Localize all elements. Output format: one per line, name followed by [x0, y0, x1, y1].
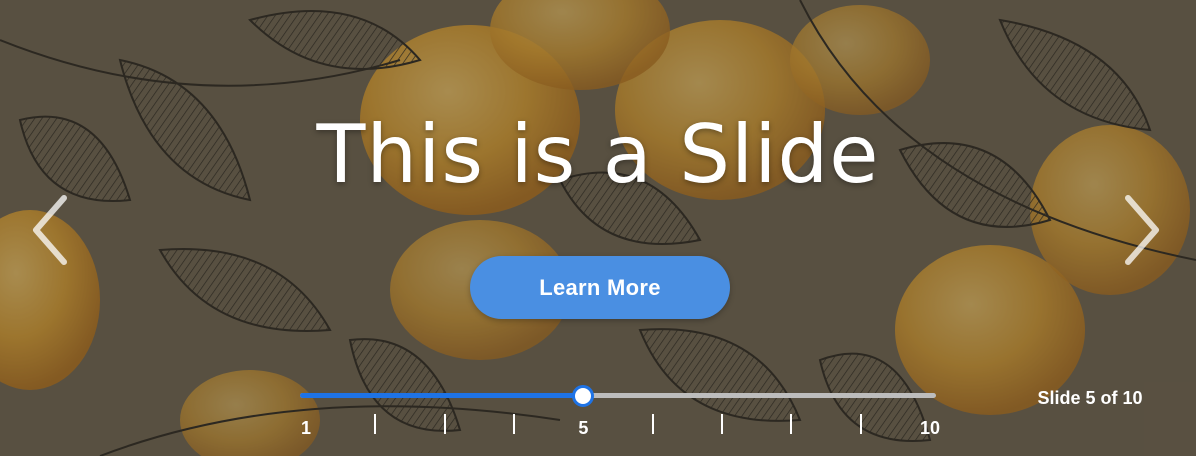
hero-slider: This is a Slide Learn More 1 5 10 Slide 5 … — [0, 0, 1196, 456]
slide-counter: Slide 5 of 10 — [1037, 388, 1143, 408]
slider-tick-label: 5 — [578, 418, 589, 438]
slider-tick — [790, 414, 793, 434]
slider-tick — [721, 414, 723, 434]
slider-tick-label: 1 — [300, 418, 311, 438]
chevron-left-icon — [33, 195, 67, 265]
slider-tick — [651, 414, 654, 434]
next-slide-button[interactable] — [1120, 190, 1164, 270]
slider-tick — [859, 414, 862, 434]
learn-more-button[interactable]: Learn More — [470, 256, 730, 319]
slider-tick — [513, 414, 515, 434]
slider-tick-label: 10 — [919, 418, 941, 438]
slide-title: This is a Slide — [316, 108, 880, 201]
slide-progress-slider[interactable]: 1 5 10 — [300, 380, 940, 440]
slider-tick — [443, 414, 446, 434]
previous-slide-button[interactable] — [28, 190, 72, 270]
slider-track-fill — [300, 393, 584, 398]
slider-thumb[interactable] — [572, 385, 595, 407]
chevron-right-icon — [1125, 195, 1159, 265]
slider-tick — [374, 414, 377, 434]
